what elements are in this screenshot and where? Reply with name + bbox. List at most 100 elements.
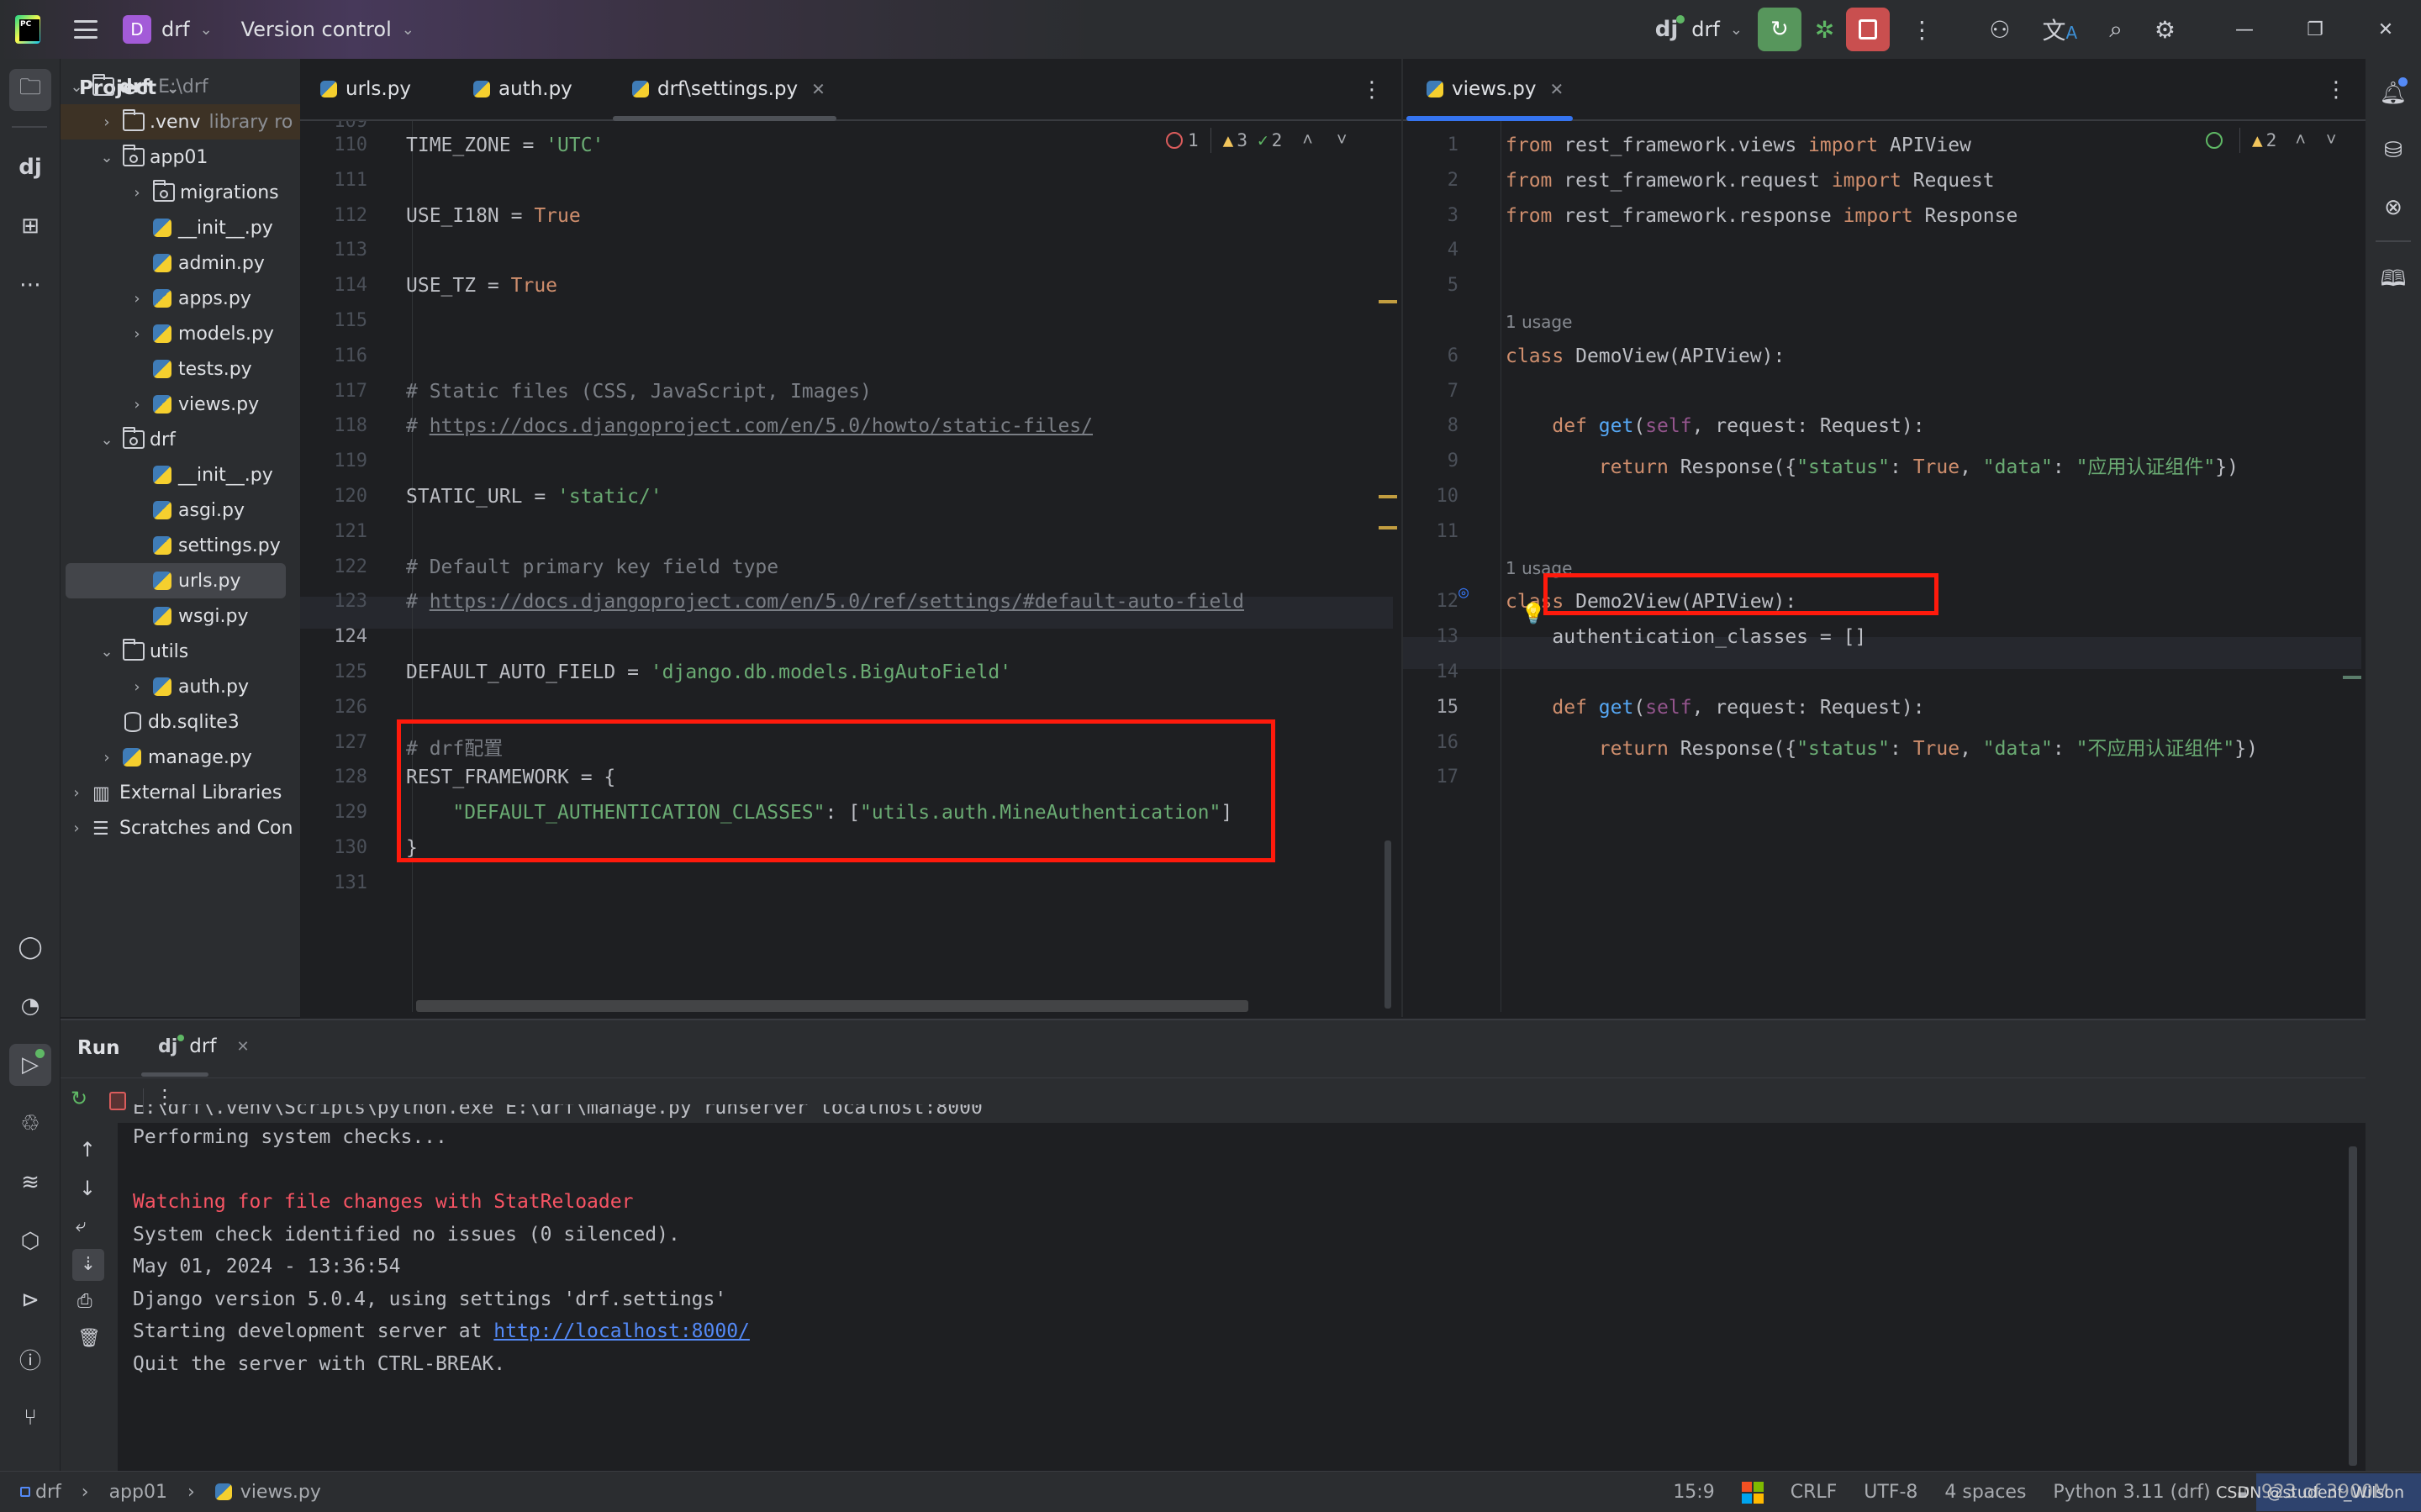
- project-tool-button[interactable]: 🗀: [9, 69, 51, 111]
- tree-item[interactable]: __init__.py: [61, 210, 273, 245]
- console-link[interactable]: http://localhost:8000/: [493, 1320, 750, 1342]
- debug-button[interactable]: ✲: [1815, 16, 1834, 44]
- usage-hint[interactable]: 1 usage: [1506, 312, 1572, 332]
- chevron-right-icon[interactable]: ›: [67, 784, 86, 802]
- chevron-right-icon[interactable]: ›: [98, 749, 116, 767]
- caret-position[interactable]: 15:9: [1673, 1482, 1714, 1503]
- add-user-icon[interactable]: ⚇: [1989, 16, 2010, 44]
- views-py-editor[interactable]: 1 from rest_framework.views import APIVie…: [1403, 121, 2366, 1017]
- tree-item[interactable]: ⌄ drf: [61, 422, 176, 457]
- profiler-button[interactable]: ◔: [9, 985, 51, 1027]
- chevron-down-icon[interactable]: ⌄: [98, 431, 116, 449]
- main-menu-button[interactable]: [74, 20, 98, 39]
- more-tools-button[interactable]: ⋯: [9, 264, 51, 306]
- version-control-menu[interactable]: Version control ⌄: [231, 0, 414, 59]
- chevron-down-icon[interactable]: ⌄: [98, 149, 116, 166]
- code-link[interactable]: https://docs.djangoproject.com/en/5.0/re…: [430, 591, 1244, 613]
- tree-item[interactable]: ⌄ drf E:\drf: [61, 69, 208, 104]
- settings-py-editor[interactable]: 109 110 TIME_ZONE = 'UTC' 111 112 USE_I18N = …: [300, 121, 1401, 1017]
- tab-urls-py[interactable]: urls.py: [320, 59, 411, 119]
- tree-item[interactable]: db.sqlite3: [61, 704, 240, 740]
- editor-tabs-menu-icon[interactable]: ⋮: [2325, 77, 2347, 103]
- tree-item[interactable]: asgi.py: [61, 493, 245, 528]
- close-tab-icon[interactable]: ✕: [811, 79, 825, 99]
- search-icon[interactable]: ⌕: [2109, 15, 2123, 44]
- indent-setting[interactable]: 4 spaces: [1944, 1482, 2026, 1503]
- run-tab-drf[interactable]: dj drf ✕: [158, 1034, 250, 1057]
- tree-item[interactable]: › auth.py: [61, 669, 249, 704]
- tree-item[interactable]: settings.py: [61, 528, 281, 563]
- tree-item[interactable]: tests.py: [61, 351, 252, 387]
- tab-settings-py[interactable]: drf\settings.py ✕: [632, 59, 825, 119]
- warning-marker[interactable]: [1379, 526, 1397, 529]
- minimize-button[interactable]: —: [2209, 19, 2280, 40]
- restore-button[interactable]: ❐: [2280, 19, 2350, 40]
- next-highlight-icon[interactable]: ˅: [1337, 129, 1348, 151]
- tree-item[interactable]: wsgi.py: [61, 598, 249, 634]
- terminal-button[interactable]: ⊳: [9, 1279, 51, 1321]
- soft-wrap-icon[interactable]: ⤶: [76, 1215, 86, 1236]
- chevron-down-icon[interactable]: ⌄: [67, 78, 86, 96]
- file-encoding[interactable]: UTF-8: [1864, 1482, 1917, 1503]
- tab-views-py[interactable]: views.py ✕: [1427, 59, 1564, 119]
- previous-highlight-icon[interactable]: ˄: [2295, 129, 2306, 151]
- scroll-up-icon[interactable]: ↑: [79, 1138, 96, 1162]
- tab-auth-py[interactable]: auth.py: [473, 59, 572, 119]
- tree-item[interactable]: › apps.py: [61, 281, 251, 316]
- tree-item[interactable]: › ▥ External Libraries: [61, 775, 282, 810]
- tree-item[interactable]: › models.py: [61, 316, 274, 351]
- translate-icon[interactable]: 文A: [2043, 13, 2078, 46]
- lightbulb-icon[interactable]: 💡: [1521, 602, 1546, 625]
- line-separator[interactable]: CRLF: [1791, 1482, 1838, 1503]
- tree-item[interactable]: › views.py: [61, 387, 259, 422]
- override-gutter-icon[interactable]: ◎: [1458, 582, 1469, 602]
- tree-item[interactable]: ⌄ utils: [61, 634, 188, 669]
- database-button[interactable]: ⛁: [2372, 129, 2414, 171]
- more-actions-icon[interactable]: ⋮: [1910, 16, 1933, 44]
- chevron-right-icon[interactable]: ›: [67, 819, 86, 837]
- scroll-to-end-icon[interactable]: ⇣: [72, 1249, 104, 1281]
- next-highlight-icon[interactable]: ˅: [2326, 129, 2337, 151]
- chevron-right-icon[interactable]: ›: [128, 325, 146, 343]
- chevron-down-icon[interactable]: ⌄: [98, 643, 116, 661]
- close-window-button[interactable]: ✕: [2350, 19, 2421, 40]
- chevron-right-icon[interactable]: ›: [98, 113, 116, 131]
- close-tab-icon[interactable]: ✕: [1549, 79, 1564, 99]
- rerun-icon[interactable]: ↻: [71, 1087, 87, 1110]
- documentation-button[interactable]: 🕮: [2372, 261, 2414, 303]
- tree-item[interactable]: ⌄ app01: [61, 140, 208, 175]
- inspection-widget[interactable]: ▲ 2 ˄ ˅: [2206, 128, 2337, 153]
- tree-item[interactable]: admin.py: [61, 245, 265, 281]
- breadcrumb-item[interactable]: views.py: [240, 1482, 321, 1503]
- console-scrollbar[interactable]: [2349, 1146, 2357, 1466]
- chevron-right-icon[interactable]: ›: [128, 678, 146, 696]
- run-tool-button[interactable]: ▷: [9, 1044, 51, 1086]
- chevron-right-icon[interactable]: ›: [128, 184, 146, 202]
- code-link[interactable]: https://docs.djangoproject.com/en/5.0/ho…: [430, 415, 1093, 437]
- python-console-button[interactable]: ♲: [9, 1103, 51, 1145]
- inspection-widget[interactable]: 1 ▲ 3 ✓ 2 ˄ ˅: [1166, 128, 1348, 153]
- problems-button[interactable]: ⓘ: [9, 1338, 51, 1380]
- close-tab-icon[interactable]: ✕: [236, 1038, 249, 1056]
- structure-button[interactable]: ⊞: [9, 205, 51, 247]
- stop-icon[interactable]: [109, 1092, 126, 1110]
- tree-item[interactable]: › .venv library ro: [61, 104, 300, 140]
- tree-item[interactable]: › ☰ Scratches and Con: [61, 810, 293, 846]
- layers-button[interactable]: ≋: [9, 1162, 51, 1204]
- trash-icon[interactable]: 🗑︎: [77, 1328, 101, 1349]
- warning-marker[interactable]: [1379, 495, 1397, 498]
- scroll-down-icon[interactable]: ↓: [79, 1177, 96, 1200]
- stop-button[interactable]: [1846, 8, 1891, 51]
- chevron-right-icon[interactable]: ›: [128, 290, 146, 308]
- change-marker[interactable]: [2343, 676, 2361, 679]
- vertical-scrollbar[interactable]: [1385, 840, 1391, 1009]
- sciview-button[interactable]: ⊗: [2372, 187, 2414, 229]
- python-interpreter[interactable]: Python 3.11 (drf): [2053, 1482, 2210, 1503]
- rerun-button[interactable]: ↻: [1757, 8, 1801, 51]
- editor-tabs-menu-icon[interactable]: ⋮: [1361, 77, 1383, 103]
- tree-item[interactable]: › migrations: [61, 175, 279, 210]
- settings-gear-icon[interactable]: ⚙: [2155, 16, 2176, 44]
- print-icon[interactable]: ⎙: [77, 1291, 92, 1312]
- django-structure-button[interactable]: dj: [9, 146, 51, 188]
- run-config-selector[interactable]: dj drf ⌄: [1655, 0, 1743, 59]
